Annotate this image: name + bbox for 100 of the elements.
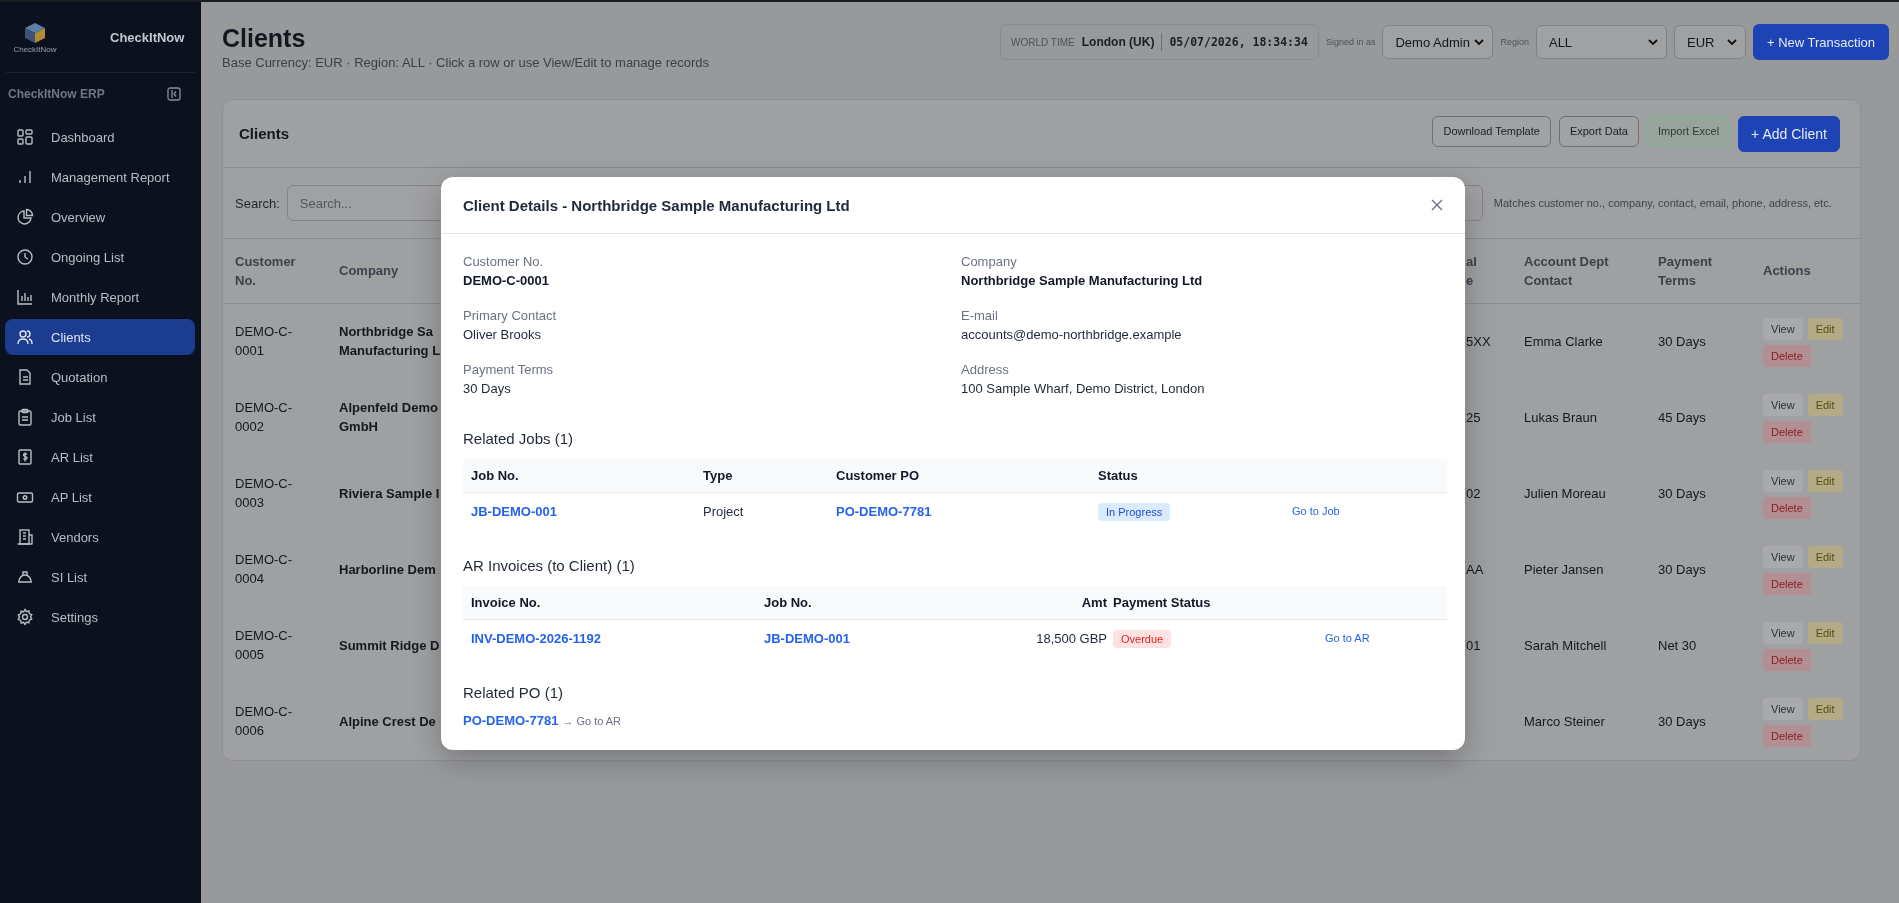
column-header: al e	[1466, 252, 1478, 290]
user-select[interactable]: Demo Admin	[1382, 25, 1494, 59]
search-hint: Matches customer no., company, contact, email, phone, address, etc.	[1493, 197, 1832, 209]
toolbar-button[interactable]: Download Template	[1432, 115, 1551, 147]
dialog-title: Client Details - Northbridge Sample Manufacturing Ltd	[463, 196, 850, 214]
section-heading: AR Invoices (to Client) (1)	[463, 557, 636, 574]
column-header: Payment Status	[1112, 595, 1212, 610]
sidebar-item[interactable]: SI List	[5, 559, 195, 595]
table-cell-text: 25	[1466, 408, 1482, 427]
sidebar-item[interactable]: Management Report	[5, 159, 195, 195]
view-button[interactable]: View	[1763, 697, 1803, 720]
job-link[interactable]: JB-DEMO-001	[764, 630, 850, 646]
table-cell-text: Marco Steiner	[1524, 712, 1606, 731]
po-link[interactable]: PO-DEMO-7781	[463, 713, 559, 728]
column-header: Job No.	[764, 595, 813, 610]
delete-button[interactable]: Delete	[1763, 648, 1811, 671]
table-cell-text: DEMO-C-0003	[235, 475, 294, 512]
sidebar-item[interactable]: Vendors	[5, 519, 195, 555]
delete-button[interactable]: Delete	[1763, 420, 1811, 443]
currency-select[interactable]: EUR	[1673, 25, 1746, 59]
logo-icon	[22, 20, 48, 45]
sidebar-item[interactable]: AP List	[5, 479, 195, 515]
status-badge: Overdue	[1113, 629, 1172, 648]
sidebar-item[interactable]: Job List	[5, 399, 195, 435]
dollar-icon	[16, 448, 34, 466]
column-header: Status	[1098, 468, 1139, 483]
edit-button[interactable]: Edit	[1807, 317, 1843, 340]
edit-button[interactable]: Edit	[1807, 393, 1843, 416]
view-button[interactable]: View	[1763, 393, 1803, 416]
table-cell-text: Alpine Crest De	[339, 712, 437, 731]
section-heading: Related Jobs (1)	[463, 430, 575, 447]
sidebar-item[interactable]: Monthly Report	[5, 279, 195, 315]
sidebar-item[interactable]: Ongoing List	[5, 239, 195, 275]
view-button[interactable]: View	[1763, 469, 1803, 492]
toolbar-button[interactable]: Export Data	[1558, 115, 1639, 147]
column-header: Job No.	[471, 468, 520, 483]
section-heading: Related PO (1)	[463, 684, 565, 701]
delete-button[interactable]: Delete	[1763, 572, 1811, 595]
column-header: Actions	[1763, 262, 1812, 281]
table-cell-text: DEMO-C-0006	[235, 703, 294, 740]
section-title: CheckItNow ERP	[8, 87, 105, 101]
field-label: E-mail	[961, 308, 999, 323]
invoice-link[interactable]: INV-DEMO-2026-1192	[471, 630, 602, 646]
region-select[interactable]: ALL	[1535, 25, 1667, 59]
go-to-job-link[interactable]: Go to Job	[1292, 505, 1340, 517]
edit-button[interactable]: Edit	[1807, 469, 1843, 492]
close-icon[interactable]	[1431, 199, 1443, 211]
toolbar-button[interactable]: Import Excel	[1646, 115, 1731, 147]
table-cell-text: Julien Moreau	[1524, 484, 1607, 503]
view-button[interactable]: View	[1763, 317, 1803, 340]
toolbar-button[interactable]: + Add Client	[1738, 115, 1840, 152]
column-header: Amt	[1080, 595, 1107, 610]
view-button[interactable]: View	[1763, 545, 1803, 568]
grid-icon	[16, 128, 34, 146]
sidebar-item[interactable]: Clients	[5, 319, 195, 355]
clock-icon	[16, 248, 34, 266]
collapse-icon[interactable]	[167, 87, 181, 101]
sidebar-item[interactable]: Settings	[5, 599, 195, 635]
table-cell-text: 5XX	[1466, 332, 1492, 351]
building-icon	[16, 528, 34, 546]
column-header: Company	[339, 262, 400, 281]
helmet-icon	[16, 568, 34, 586]
table-cell-text: DEMO-C-0002	[235, 399, 294, 436]
table-cell-text: Northbridge Sa Manufacturing L	[339, 323, 442, 360]
world-time-clock: 05/07/2026, 18:34:34	[1169, 35, 1308, 49]
table-cell-text: Alpenfeld Demo GmbH	[339, 399, 439, 436]
field-label: Customer No.	[463, 254, 545, 269]
table-cell-text: DEMO-C-0001	[235, 323, 294, 360]
delete-button[interactable]: Delete	[1763, 496, 1811, 519]
column-header: Invoice No.	[471, 595, 542, 610]
field-value: DEMO-C-0001	[463, 273, 550, 288]
status-badge: In Progress	[1098, 502, 1171, 521]
table-cell-text: 02	[1466, 484, 1482, 503]
po-link[interactable]: PO-DEMO-7781	[836, 503, 932, 519]
field-value: 30 Days	[463, 381, 512, 396]
delete-button[interactable]: Delete	[1763, 724, 1811, 747]
field-value: Oliver Brooks	[463, 327, 543, 342]
delete-button[interactable]: Delete	[1763, 344, 1811, 367]
go-to-ar-link[interactable]: Go to AR	[1325, 632, 1370, 644]
table-cell-text: Net 30	[1658, 636, 1698, 655]
users-icon	[16, 328, 34, 346]
table-cell-text: 45 Days	[1658, 408, 1707, 427]
table-cell-text: Lukas Braun	[1524, 408, 1598, 427]
sidebar-item[interactable]: Quotation	[5, 359, 195, 395]
job-link[interactable]: JB-DEMO-001	[471, 503, 557, 519]
view-button[interactable]: View	[1763, 621, 1803, 644]
page-title: Clients	[222, 24, 307, 53]
go-to-ar-link[interactable]: → Go to AR	[562, 715, 622, 727]
sidebar-item[interactable]: Dashboard	[5, 119, 195, 155]
edit-button[interactable]: Edit	[1807, 621, 1843, 644]
new-transaction-button[interactable]: + New Transaction	[1752, 24, 1889, 60]
edit-button[interactable]: Edit	[1807, 697, 1843, 720]
sidebar-item[interactable]: Overview	[5, 199, 195, 235]
signed-in-label: Signed in as	[1325, 37, 1376, 47]
table-cell-text: DEMO-C-0005	[235, 627, 294, 664]
sidebar-item[interactable]: AR List	[5, 439, 195, 475]
field-value: Northbridge Sample Manufacturing Ltd	[961, 273, 1204, 288]
world-time-label: WORLD TIME	[1011, 36, 1075, 48]
chart-icon	[16, 288, 34, 306]
edit-button[interactable]: Edit	[1807, 545, 1843, 568]
